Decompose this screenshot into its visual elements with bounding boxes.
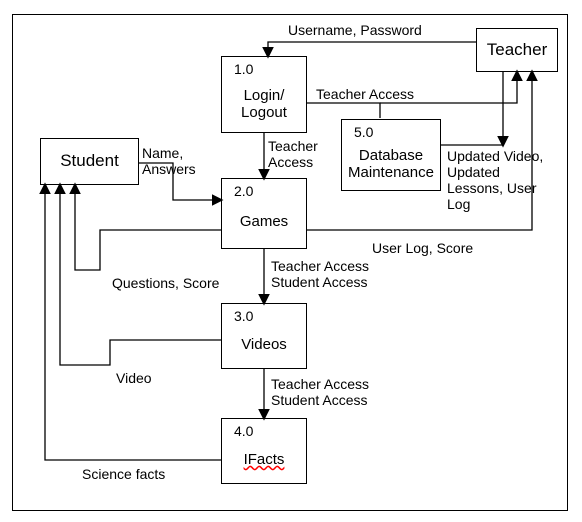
flow-updated: Updated Video, Updated Lessons, User Log bbox=[447, 148, 543, 212]
process-3-number: 3.0 bbox=[234, 308, 253, 324]
process-4-title: IFacts bbox=[222, 451, 306, 468]
process-2-games: 2.0 Games bbox=[221, 178, 307, 249]
process-5-title: Database Maintenance bbox=[342, 147, 440, 182]
flow-name-answers: Name, Answers bbox=[142, 145, 196, 177]
flow-teacher-access-1-5: Teacher Access bbox=[316, 86, 414, 102]
flow-video: Video bbox=[116, 370, 152, 386]
process-1-login: 1.0 Login/ Logout bbox=[221, 56, 307, 133]
process-5-number: 5.0 bbox=[354, 124, 373, 140]
process-3-title: Videos bbox=[222, 336, 306, 353]
flow-username-password: Username, Password bbox=[288, 22, 422, 38]
flow-userlog-score: User Log, Score bbox=[372, 240, 473, 256]
entity-teacher: Teacher bbox=[476, 28, 558, 72]
flow-ta-sa-2-3: Teacher Access Student Access bbox=[271, 258, 369, 290]
process-2-number: 2.0 bbox=[234, 183, 253, 199]
process-1-number: 1.0 bbox=[234, 61, 253, 77]
process-5-db: 5.0 Database Maintenance bbox=[341, 119, 441, 191]
entity-student-label: Student bbox=[41, 151, 138, 171]
process-2-title: Games bbox=[222, 213, 306, 230]
entity-teacher-label: Teacher bbox=[477, 40, 557, 60]
flow-questions-score: Questions, Score bbox=[112, 275, 219, 291]
dfd-canvas: Student Teacher 1.0 Login/ Logout 2.0 Ga… bbox=[0, 0, 582, 522]
process-4-ifacts: 4.0 IFacts bbox=[221, 418, 307, 484]
flow-science-facts: Science facts bbox=[82, 466, 165, 482]
entity-student: Student bbox=[40, 138, 139, 185]
flow-ta-sa-3-4: Teacher Access Student Access bbox=[271, 376, 369, 408]
flow-teacher-access-1-2: Teacher Access bbox=[268, 138, 318, 170]
process-4-number: 4.0 bbox=[234, 423, 253, 439]
process-1-title: Login/ Logout bbox=[222, 87, 306, 122]
process-3-videos: 3.0 Videos bbox=[221, 303, 307, 369]
